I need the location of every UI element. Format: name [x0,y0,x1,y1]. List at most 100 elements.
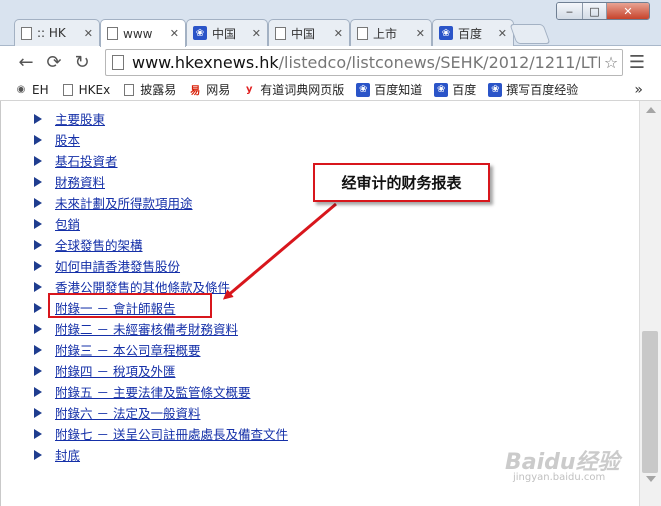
scroll-up-icon[interactable] [646,107,656,113]
new-tab-button[interactable] [509,24,551,44]
bookmark-baidu-jingyan[interactable]: ❀ 撰写百度经验 [482,81,584,98]
bookmarks-bar: ◉ EH HKEx 披露易 易 网易 y 有道词典网页版 ❀ 百度知道 ❀ 百度… [0,79,661,101]
bookmark-netease[interactable]: 易 网易 [182,81,236,98]
bookmark-label: 网易 [206,83,231,97]
page-icon [21,26,32,40]
close-window-button[interactable]: ✕ [607,3,649,19]
page-icon [112,55,124,70]
netease-icon: 易 [190,86,201,97]
tab-close-icon[interactable]: ✕ [170,27,179,40]
bookmark-label: 披露易 [140,83,177,97]
triangle-bullet-icon [34,365,42,376]
forward-arrow-icon[interactable]: ⟳ [40,49,68,77]
bookmark-baidu-zhidao[interactable]: ❀ 百度知道 [350,81,428,98]
triangle-bullet-icon [34,344,42,355]
tab-close-icon[interactable]: ✕ [416,27,425,40]
toc-link[interactable]: 股本 [55,130,80,149]
window-controls: ‒ □ ✕ [556,2,650,20]
toc-item: 未來計劃及所得款項用途 [34,192,288,213]
toc-link[interactable]: 財務資料 [55,172,105,191]
toc-item: 基石投資者 [34,150,288,171]
toc-link[interactable]: 主要股東 [55,109,105,128]
tab-1[interactable]: :: HK ✕ [14,19,100,46]
baidu-paw-icon: ❀ [439,26,453,40]
toc-item: 附錄六 － 法定及一般資料 [34,402,288,423]
bookmark-label: EH [32,82,49,97]
triangle-bullet-icon [34,323,42,334]
toc-item: 如何申請香港發售股份 [34,255,288,276]
bookmark-star-icon[interactable]: ☆ [600,50,622,75]
back-arrow-icon[interactable]: ← [12,49,40,77]
triangle-bullet-icon [34,302,42,313]
tab-5[interactable]: 上市 ✕ [350,19,432,46]
toc-item: 主要股東 [34,108,288,129]
tab-close-icon[interactable]: ✕ [84,27,93,40]
toc-item: 封底 [34,444,288,465]
annotation-callout: 经审计的财务报表 [313,163,490,202]
globe-icon: ◉ [16,84,26,95]
tab-title: 百度 [458,26,483,41]
bookmark-disclosure[interactable]: 披露易 [116,81,182,98]
tab-2-active[interactable]: www ✕ [100,19,186,47]
triangle-bullet-icon [34,449,42,460]
page-icon [357,26,368,40]
browser-menu-icon[interactable]: ☰ [627,50,647,74]
toc-link[interactable]: 附錄二 － 未經審核備考財務資料 [55,319,238,338]
bookmark-label: 百度知道 [374,83,423,97]
triangle-bullet-icon [34,260,42,271]
tab-close-icon[interactable]: ✕ [252,27,261,40]
bookmark-eh[interactable]: ◉ EH [0,83,55,97]
browser-titlebar: ‒ □ ✕ :: HK ✕ www ✕ ❀ 中国 ✕ 中国 ✕ 上市 ✕ ❀ 百… [0,0,661,47]
toc-item: 附錄二 － 未經審核備考財務資料 [34,318,288,339]
toc-link[interactable]: 全球發售的架構 [55,235,143,254]
triangle-bullet-icon [34,218,42,229]
browser-toolbar: ← ⟳ ↻ www.hkexnews.hk/listedco/listconew… [0,46,661,79]
tab-title: :: HK [37,26,66,40]
scrollbar-thumb[interactable] [642,331,658,473]
triangle-bullet-icon [34,407,42,418]
baidu-paw-icon: ❀ [193,26,207,40]
toc-item: 附錄四 － 稅項及外匯 [34,360,288,381]
toc-item: 附錄七 － 送呈公司註冊處處長及備查文件 [34,423,288,444]
tab-6[interactable]: ❀ 百度 ✕ [432,19,514,46]
toc-link[interactable]: 附錄四 － 稅項及外匯 [55,361,175,380]
toc-link[interactable]: 基石投資者 [55,151,118,170]
page-icon [61,83,75,97]
page-icon [275,26,286,40]
address-bar[interactable]: www.hkexnews.hk/listedco/listconews/SEHK… [105,49,623,76]
triangle-bullet-icon [34,197,42,208]
triangle-bullet-icon [34,428,42,439]
toc-item: 附錄五 － 主要法律及監管條文概要 [34,381,288,402]
toc-link[interactable]: 附錄三 － 本公司章程概要 [55,340,200,359]
tab-title: 中国 [291,26,316,41]
reload-icon[interactable]: ↻ [68,49,96,77]
maximize-button[interactable]: □ [583,3,607,19]
tab-close-icon[interactable]: ✕ [498,27,507,40]
bookmark-youdao[interactable]: y 有道词典网页版 [236,81,350,98]
scroll-down-icon[interactable] [646,476,656,482]
triangle-bullet-icon [34,281,42,292]
toc-link[interactable]: 未來計劃及所得款項用途 [55,193,193,212]
toc-link[interactable]: 包銷 [55,214,80,233]
tab-4[interactable]: 中国 ✕ [268,19,350,46]
minimize-button[interactable]: ‒ [557,3,583,19]
bookmark-hkex[interactable]: HKEx [55,83,117,97]
toc-link[interactable]: 附錄五 － 主要法律及監管條文概要 [55,382,250,401]
toc-item: 財務資料 [34,171,288,192]
table-of-contents: 主要股東股本基石投資者財務資料未來計劃及所得款項用途 包銷全球發售的架構如何申請香… [34,108,288,465]
toc-link[interactable]: 如何申請香港發售股份 [55,256,180,275]
tab-3[interactable]: ❀ 中国 ✕ [186,19,268,46]
baidu-paw-icon: ❀ [488,82,503,97]
bookmarks-overflow-button[interactable]: » [634,82,643,98]
bookmark-label: 撰写百度经验 [506,83,579,97]
toc-item: 全球發售的架構 [34,234,288,255]
toc-link[interactable]: 封底 [55,445,80,464]
highlight-box [48,293,212,318]
toc-link[interactable]: 附錄六 － 法定及一般資料 [55,403,200,422]
vertical-scrollbar[interactable] [639,101,661,506]
tab-title: 中国 [212,26,237,41]
page-icon [122,83,136,97]
tab-close-icon[interactable]: ✕ [334,27,343,40]
bookmark-baidu[interactable]: ❀ 百度 [428,81,482,98]
toc-link[interactable]: 附錄七 － 送呈公司註冊處處長及備查文件 [55,424,288,443]
